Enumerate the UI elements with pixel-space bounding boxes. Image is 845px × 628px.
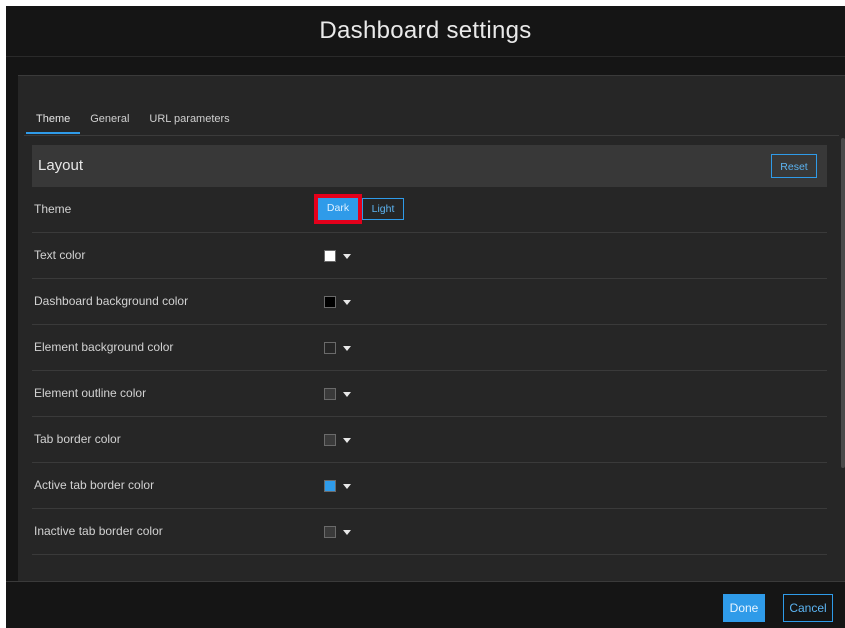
element-outline-color-label: Element outline color [34, 386, 147, 400]
element-outline-color-row: Element outline color [32, 371, 827, 417]
dashboard-background-color-picker[interactable] [324, 295, 351, 309]
caret-down-icon [343, 391, 351, 397]
theme-label: Theme [34, 202, 72, 216]
caret-down-icon [343, 345, 351, 351]
color-swatch [324, 480, 336, 492]
color-swatch [324, 296, 336, 308]
dashboard-background-color-label: Dashboard background color [34, 294, 189, 308]
element-background-color-label: Element background color [34, 340, 174, 354]
inactive-tab-border-color-picker[interactable] [324, 525, 351, 539]
done-button[interactable]: Done [723, 594, 765, 622]
settings-panel: Theme General URL parameters Layout Rese… [18, 75, 845, 581]
tab-border-color-row: Tab border color [32, 417, 827, 463]
caret-down-icon [343, 299, 351, 305]
active-tab-border-color-row: Active tab border color [32, 463, 827, 509]
tab-divider [24, 135, 839, 136]
inactive-tab-border-color-label: Inactive tab border color [34, 524, 163, 538]
cancel-button[interactable]: Cancel [783, 594, 833, 622]
text-color-label: Text color [34, 248, 86, 262]
color-swatch [324, 250, 336, 262]
caret-down-icon [343, 483, 351, 489]
caret-down-icon [343, 437, 351, 443]
active-tab-border-color-picker[interactable] [324, 479, 351, 493]
element-background-color-row: Element background color [32, 325, 827, 371]
theme-dark-option[interactable]: Dark [314, 194, 362, 224]
active-tab-border-color-label: Active tab border color [34, 478, 155, 492]
settings-content: Layout Reset Theme Dark Light Text color… [32, 145, 827, 575]
dashboard-settings-dialog: Dashboard settings Theme General URL par… [6, 6, 845, 628]
color-swatch [324, 388, 336, 400]
scrollbar[interactable] [841, 138, 845, 468]
tab-url-parameters[interactable]: URL parameters [139, 106, 239, 134]
text-color-picker[interactable] [324, 249, 351, 263]
dialog-title: Dashboard settings [6, 6, 845, 57]
reset-button[interactable]: Reset [771, 154, 817, 178]
tab-border-color-label: Tab border color [34, 432, 121, 446]
section-title: Layout [38, 157, 84, 174]
color-swatch [324, 434, 336, 446]
theme-light-option[interactable]: Light [362, 198, 404, 220]
theme-row: Theme Dark Light [32, 187, 827, 233]
caret-down-icon [343, 253, 351, 259]
color-swatch [324, 342, 336, 354]
text-color-row: Text color [32, 233, 827, 279]
color-swatch [324, 526, 336, 538]
dashboard-background-color-row: Dashboard background color [32, 279, 827, 325]
tab-bar: Theme General URL parameters [26, 106, 240, 136]
layout-section-header: Layout Reset [32, 145, 827, 187]
element-outline-color-picker[interactable] [324, 387, 351, 401]
inactive-tab-border-color-row: Inactive tab border color [32, 509, 827, 555]
tab-general[interactable]: General [80, 106, 139, 134]
caret-down-icon [343, 529, 351, 535]
element-background-color-picker[interactable] [324, 341, 351, 355]
theme-toggle: Dark Light [314, 194, 404, 224]
tab-theme[interactable]: Theme [26, 106, 81, 134]
tab-border-color-picker[interactable] [324, 433, 351, 447]
dialog-footer: Done Cancel [6, 581, 845, 628]
